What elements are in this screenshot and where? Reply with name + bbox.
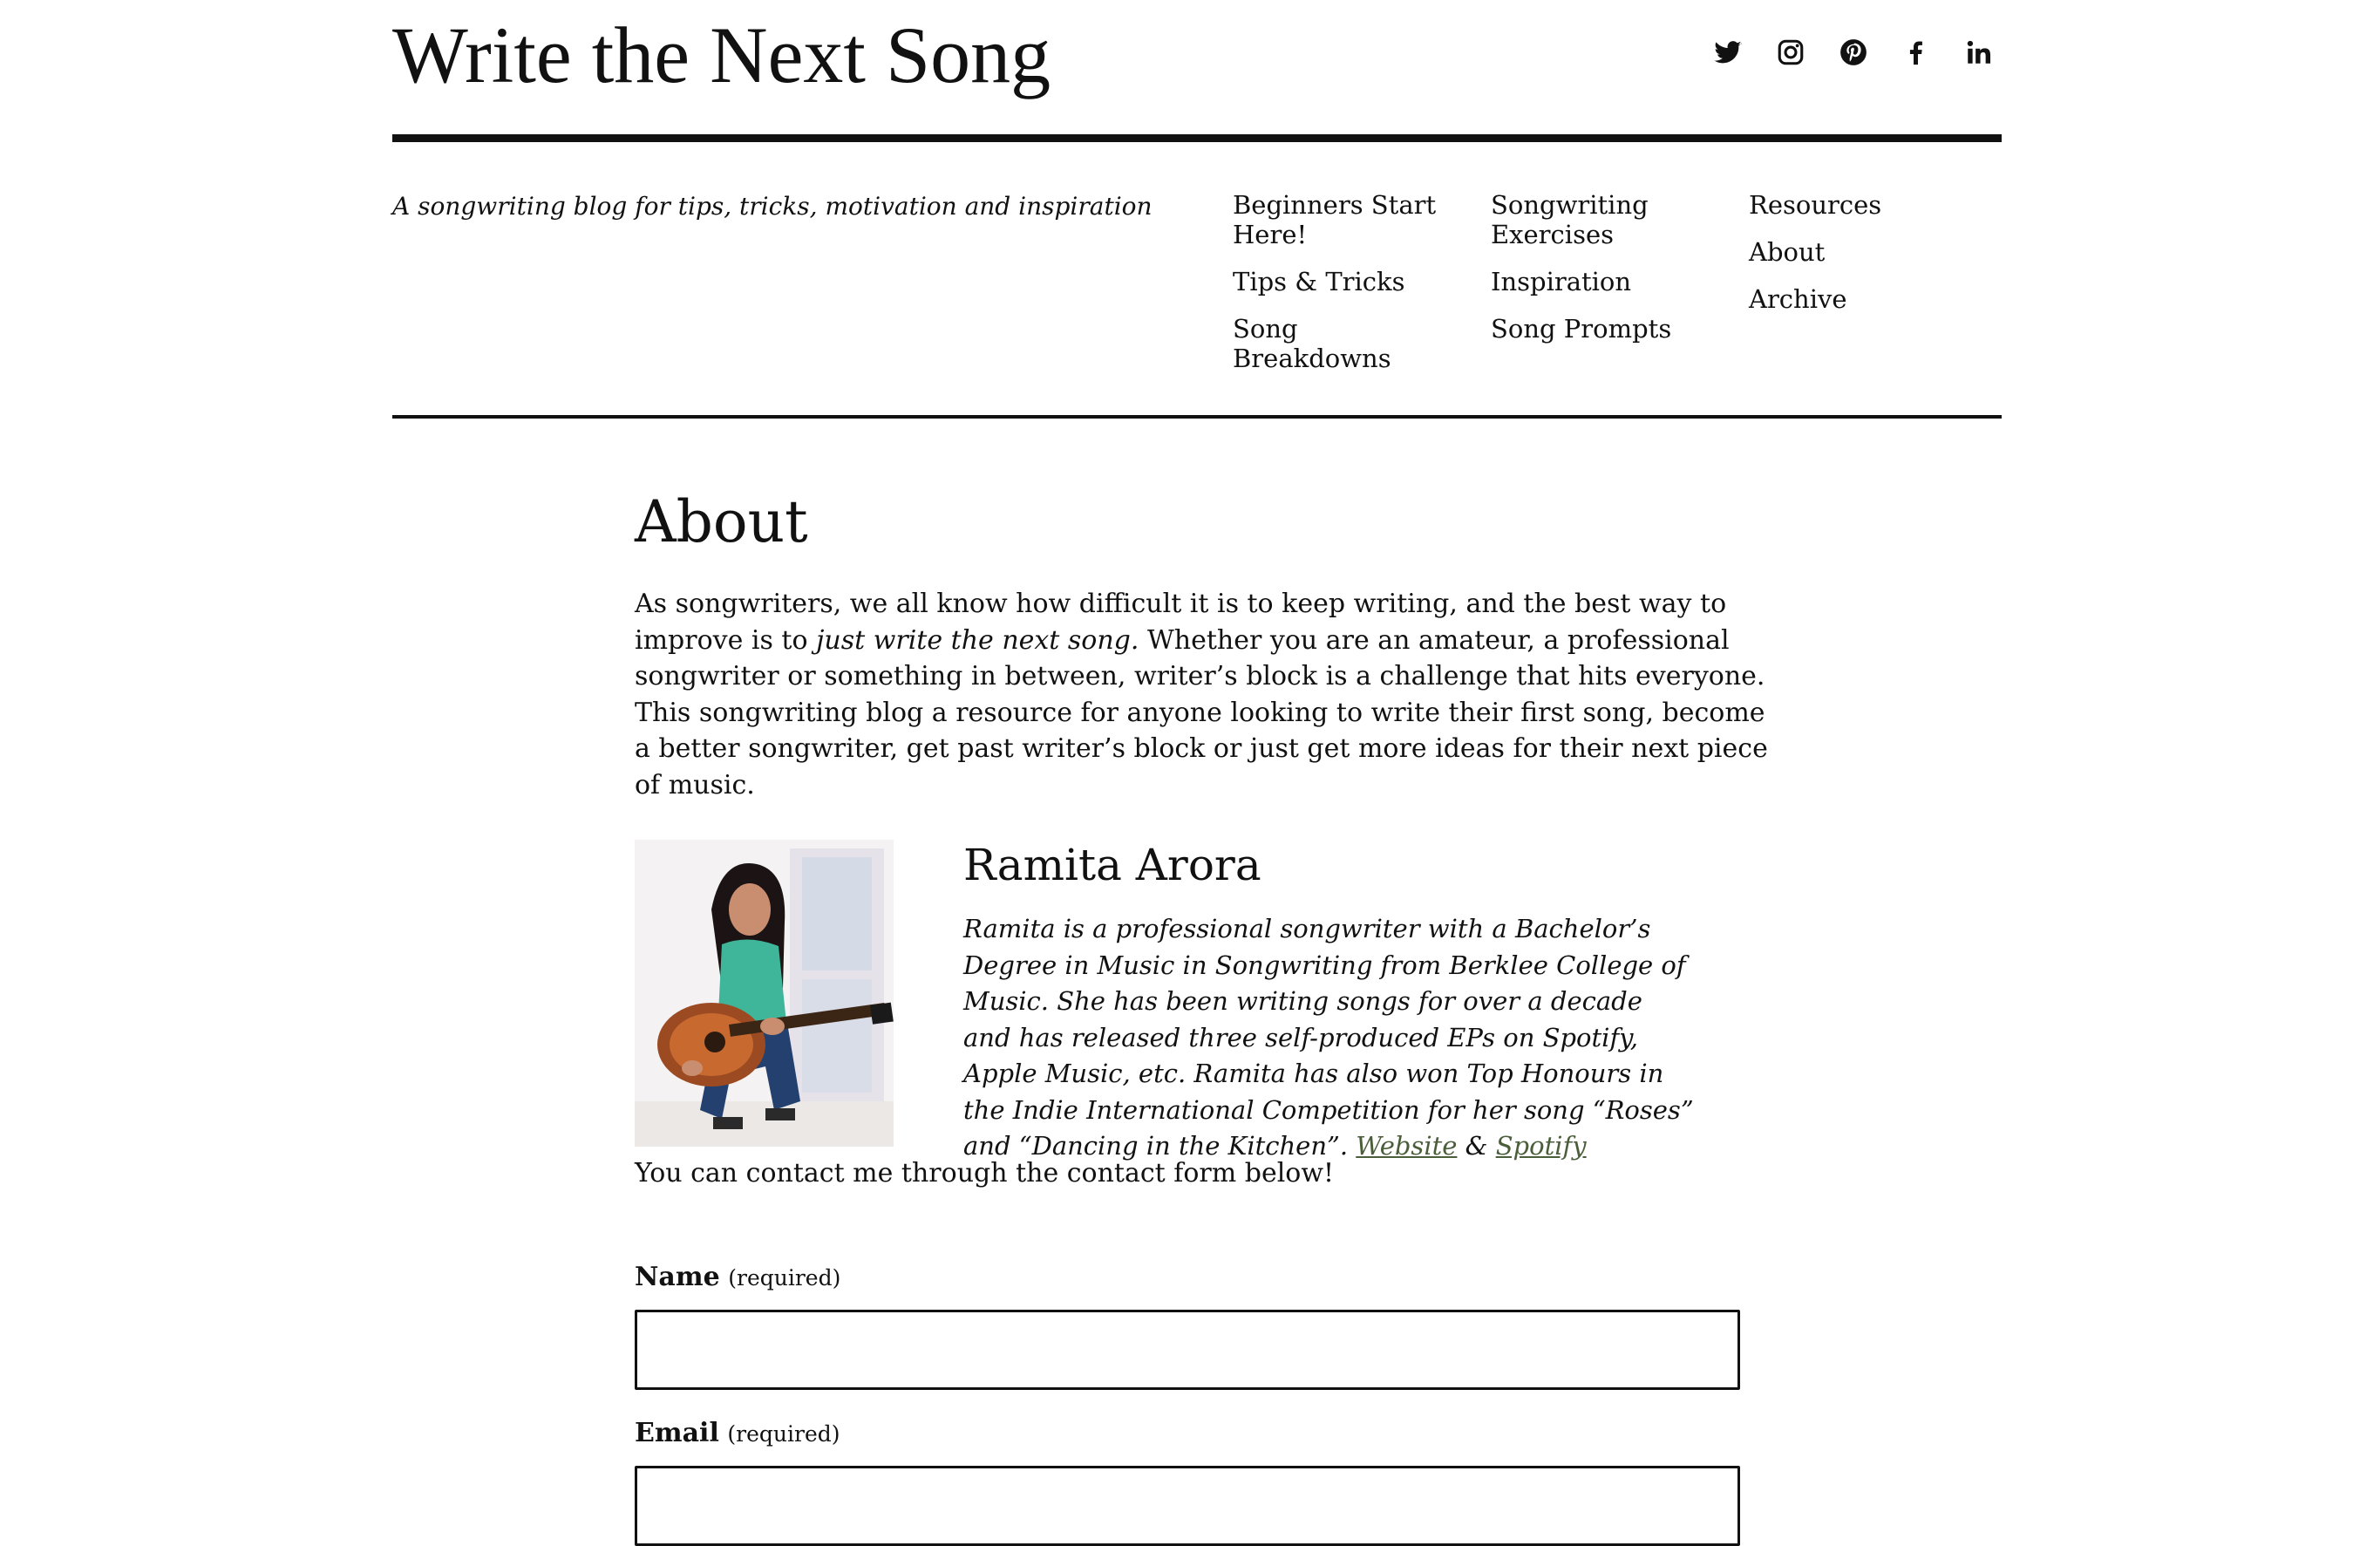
site-tagline: A songwriting blog for tips, tricks, mot… (392, 192, 1153, 221)
nav-item-song-breakdowns[interactable]: Song Breakdowns (1233, 314, 1440, 373)
nav-divider (392, 415, 2002, 419)
nav-item-resources[interactable]: Resources (1749, 190, 1956, 220)
nav-column: Beginners Start Here! Tips & Tricks Song… (1233, 190, 1440, 373)
instagram-link[interactable] (1763, 21, 1819, 84)
social-links (1700, 21, 2007, 84)
linkedin-link[interactable] (1951, 21, 2007, 84)
intro-paragraph: As songwriters, we all know how difficul… (635, 586, 1768, 803)
intro-emphasis: just write the next song. (816, 624, 1139, 656)
email-label: Email (required) (635, 1416, 1768, 1452)
author-photo (635, 840, 894, 1147)
nav-column: Resources About Archive (1749, 190, 1956, 373)
site-title[interactable]: Write the Next Song (392, 3, 1051, 108)
facebook-link[interactable] (1888, 21, 1944, 84)
email-field[interactable] (635, 1466, 1740, 1546)
linkedin-icon (1967, 40, 1991, 64)
spotify-link[interactable]: Spotify (1496, 1131, 1587, 1161)
name-label: Name (required) (635, 1260, 1768, 1296)
nav-item-archive[interactable]: Archive (1749, 284, 1956, 314)
nav-item-songwriting-exercises[interactable]: Songwriting Exercises (1491, 190, 1698, 249)
header-divider (392, 134, 2002, 142)
pinterest-link[interactable] (1826, 21, 1881, 84)
name-label-text: Name (635, 1262, 720, 1292)
main-content: About As songwriters, we all know how di… (635, 485, 1768, 1546)
email-required-note: (required) (727, 1421, 840, 1447)
twitter-icon (1714, 41, 1742, 64)
field-spacer (635, 1390, 1768, 1416)
name-required-note: (required) (728, 1265, 841, 1291)
author-section: Ramita Arora Ramita is a professional so… (635, 840, 1768, 1161)
facebook-icon (1909, 41, 1922, 65)
nav-item-inspiration[interactable]: Inspiration (1491, 267, 1698, 296)
name-field[interactable] (635, 1310, 1740, 1390)
nav-item-tips-tricks[interactable]: Tips & Tricks (1233, 267, 1440, 296)
instagram-icon (1778, 39, 1804, 65)
contact-form: Name (required) Email (required) (635, 1260, 1768, 1546)
nav-column: Songwriting Exercises Inspiration Song P… (1491, 190, 1698, 373)
pinterest-icon (1840, 39, 1867, 65)
page-title: About (635, 488, 808, 555)
website-link[interactable]: Website (1356, 1131, 1457, 1161)
email-label-text: Email (635, 1418, 719, 1448)
twitter-link[interactable] (1700, 21, 1756, 84)
main-nav: Beginners Start Here! Tips & Tricks Song… (1233, 190, 1956, 373)
author-name: Ramita Arora (963, 840, 1261, 890)
author-bio-text: Ramita is a professional songwriter with… (963, 914, 1694, 1161)
author-photo-illustration (635, 840, 894, 1147)
nav-item-beginners-start-here[interactable]: Beginners Start Here! (1233, 190, 1440, 249)
nav-item-song-prompts[interactable]: Song Prompts (1491, 314, 1698, 344)
author-bio: Ramita is a professional songwriter with… (963, 911, 1696, 1165)
nav-item-about[interactable]: About (1749, 237, 1956, 267)
link-separator: & (1457, 1131, 1496, 1161)
